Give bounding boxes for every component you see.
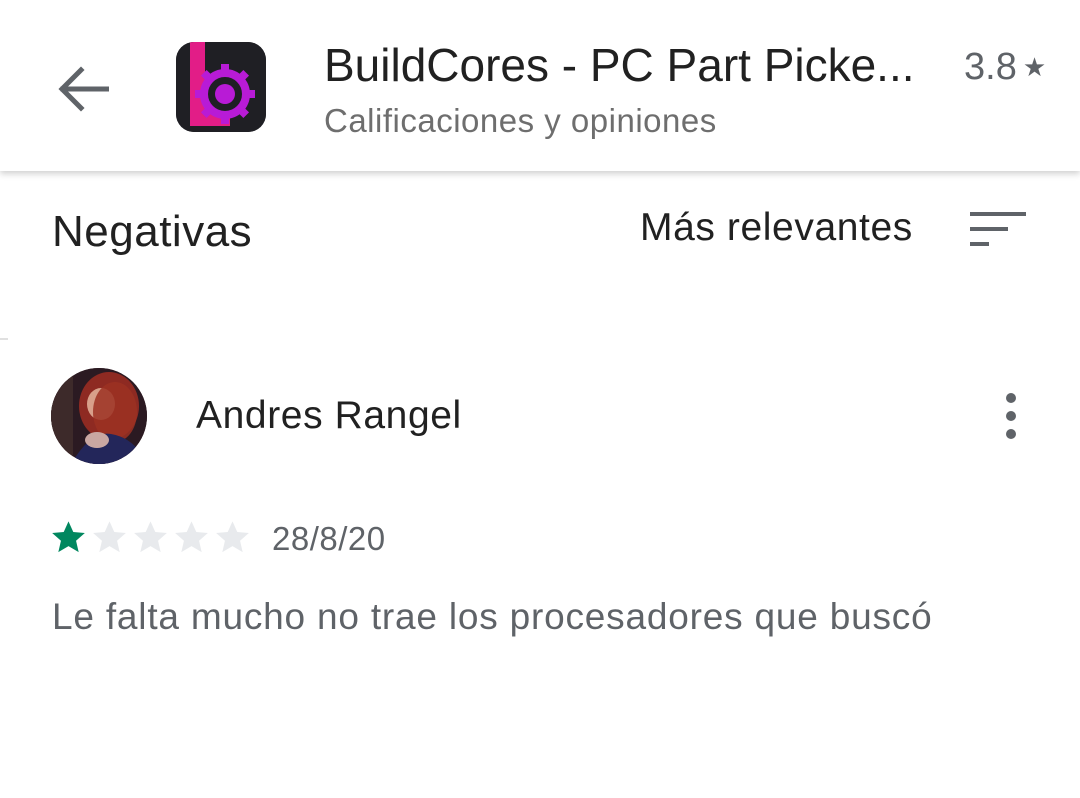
divider	[0, 338, 8, 340]
star-empty-icon	[175, 521, 208, 553]
app-icon[interactable]	[176, 42, 266, 132]
avatar	[51, 368, 147, 464]
filter-chip-negative[interactable]: Negativas	[52, 205, 252, 259]
sort-label: Más relevantes	[640, 206, 913, 249]
page-subtitle: Calificaciones y opiniones	[324, 102, 717, 139]
app-title: BuildCores - PC Part Picke...	[324, 39, 915, 91]
star-icon: ★	[1022, 52, 1047, 82]
star-empty-icon	[216, 521, 249, 553]
app-rating: 3.8 ★	[964, 45, 1046, 89]
review-text: Le falta mucho no trae los procesadores …	[52, 596, 933, 637]
star-filled-icon	[52, 521, 85, 553]
buildcores-app-icon	[176, 42, 266, 132]
reviewer-name: Andres Rangel	[196, 394, 462, 437]
review-date: 28/8/20	[272, 520, 386, 557]
top-app-bar: BuildCores - PC Part Picke... Calificaci…	[0, 0, 1080, 171]
sort-button[interactable]: Más relevantes	[640, 196, 913, 260]
star-rating	[50, 519, 251, 556]
arrow-back-icon	[58, 66, 109, 112]
sort-icon[interactable]	[970, 209, 1026, 249]
back-button[interactable]	[48, 56, 118, 122]
star-empty-icon	[134, 521, 167, 553]
more-vert-icon[interactable]	[986, 388, 1036, 444]
reviews-page: BuildCores - PC Part Picke... Calificaci…	[0, 0, 1080, 798]
reviewer-photo	[51, 368, 147, 464]
app-rating-value: 3.8	[964, 46, 1017, 88]
star-empty-icon	[93, 521, 126, 553]
